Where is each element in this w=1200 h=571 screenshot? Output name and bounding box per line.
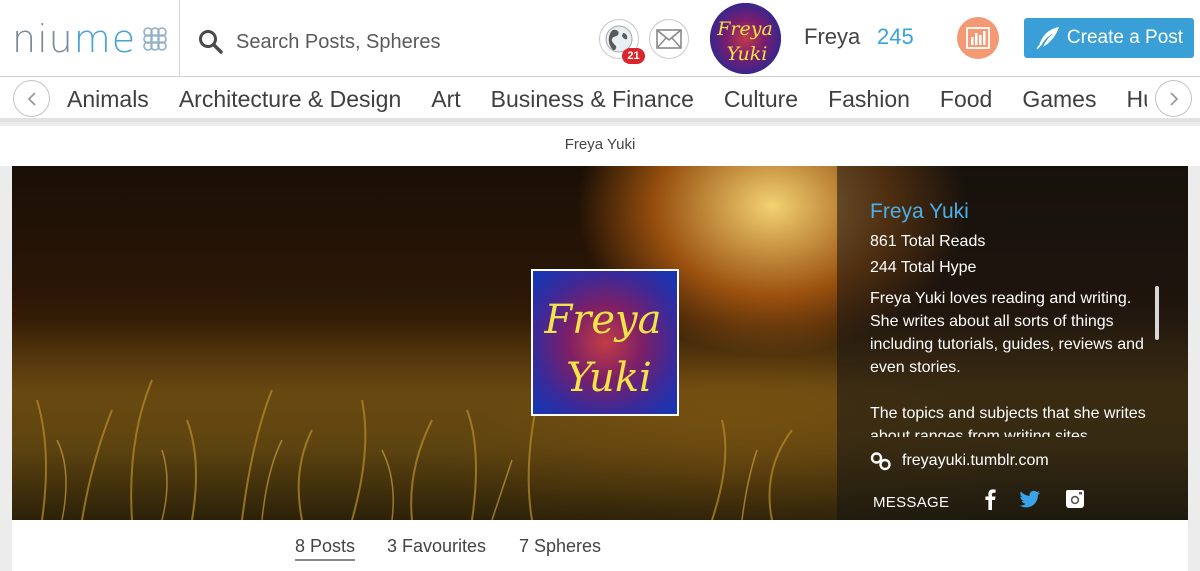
category-item-art[interactable]: Art	[431, 77, 460, 118]
niume-logo[interactable]: niume	[0, 0, 180, 77]
profile-website-link[interactable]: freyayuki.tumblr.com	[870, 450, 1049, 472]
create-post-button[interactable]: Create a Post	[1024, 18, 1194, 58]
search-bar[interactable]	[198, 22, 578, 62]
logo-knot-icon	[143, 26, 167, 51]
profile-picture[interactable]: Freya Yuki	[531, 269, 679, 416]
total-hype: 244 Total Hype	[870, 259, 977, 276]
profile-picture-image: Freya Yuki	[533, 271, 677, 414]
avatar-text-bottom: Yuki	[727, 43, 768, 65]
user-points: 245	[877, 24, 914, 49]
category-item-food[interactable]: Food	[940, 77, 992, 118]
profile-banner: Freya Yuki Freya Yuki 861 Total Reads 24…	[12, 166, 1188, 520]
category-item-games[interactable]: Games	[1022, 77, 1096, 118]
bio-paragraph: The topics and subjects that she writes …	[870, 405, 1146, 437]
profile-bio[interactable]: Freya Yuki loves reading and writing. Sh…	[870, 287, 1150, 437]
tab-favourites[interactable]: 3 Favourites	[387, 536, 486, 559]
search-input[interactable]	[236, 30, 566, 54]
feather-icon	[1036, 27, 1059, 50]
profile-picture-text-bottom: Yuki	[566, 355, 652, 401]
category-item-fashion[interactable]: Fashion	[828, 77, 910, 118]
top-header: niume 21	[0, 0, 1200, 77]
profile-tabs: 8 Posts 3 Favourites 7 Spheres	[12, 520, 1188, 571]
twitter-icon	[1019, 490, 1040, 508]
notification-badge: 21	[622, 48, 645, 64]
facebook-button[interactable]	[979, 488, 1001, 510]
envelope-icon	[656, 29, 682, 49]
category-item-business-finance[interactable]: Business & Finance	[491, 77, 694, 118]
category-item-animals[interactable]: Animals	[67, 77, 149, 118]
bar-chart-icon	[966, 27, 990, 49]
avatar-text-top: Freya	[716, 18, 773, 40]
facebook-icon	[985, 489, 996, 510]
category-item-hu[interactable]: Hu	[1126, 77, 1147, 118]
bio-scrollbar[interactable]	[1155, 286, 1159, 340]
profile-picture-text-top: Freya	[544, 297, 662, 343]
user-name[interactable]: Freya	[804, 24, 860, 50]
messages-button[interactable]	[649, 19, 689, 59]
user-avatar[interactable]: Freya Yuki	[710, 3, 781, 74]
instagram-icon	[1066, 490, 1084, 508]
tab-posts[interactable]: 8 Posts	[295, 536, 356, 561]
chevron-right-icon	[1169, 91, 1178, 106]
tab-spheres[interactable]: 7 Spheres	[519, 536, 601, 559]
website-link-text: freyayuki.tumblr.com	[902, 452, 1049, 469]
message-button[interactable]: MESSAGE	[873, 494, 949, 511]
category-bar: Animals Architecture & Design Art Business …	[0, 77, 1200, 122]
total-reads: 861 Total Reads	[870, 233, 986, 250]
category-item-culture[interactable]: Culture	[724, 77, 798, 118]
create-post-label: Create a Post	[1066, 27, 1184, 48]
bio-paragraph: Freya Yuki loves reading and writing. Sh…	[870, 290, 1144, 376]
category-list: Animals Architecture & Design Art Business …	[67, 77, 1147, 118]
search-icon	[199, 30, 223, 54]
link-icon	[870, 452, 891, 471]
logo-wordmark: niume	[12, 16, 137, 61]
category-next-button[interactable]	[1155, 80, 1192, 117]
chevron-left-icon	[27, 91, 36, 106]
profile-name: Freya Yuki	[870, 200, 969, 223]
category-prev-button[interactable]	[13, 80, 50, 117]
twitter-button[interactable]	[1019, 488, 1041, 510]
page-title: Freya Yuki	[0, 126, 1200, 166]
stats-button[interactable]	[957, 17, 999, 59]
category-item-architecture-design[interactable]: Architecture & Design	[179, 77, 401, 118]
profile-info-panel: Freya Yuki 861 Total Reads 244 Total Hyp…	[837, 166, 1188, 520]
avatar-image: Freya Yuki	[710, 3, 781, 74]
instagram-button[interactable]	[1064, 488, 1086, 510]
